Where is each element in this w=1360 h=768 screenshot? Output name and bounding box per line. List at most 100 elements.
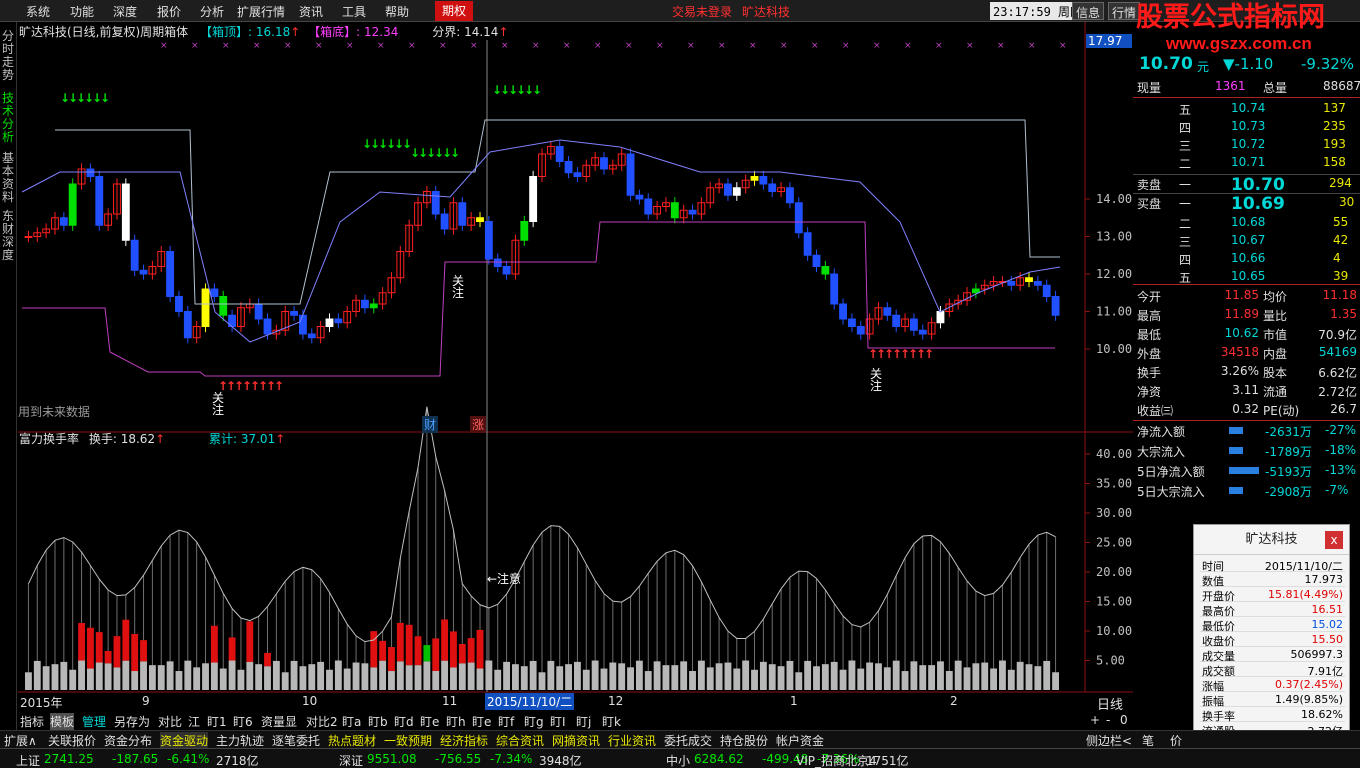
sidebar-toggle[interactable]: 价 <box>1170 732 1182 749</box>
function-tab[interactable]: 一致预期 <box>384 732 432 749</box>
function-tab[interactable]: 帐户资金 <box>776 732 824 749</box>
indicator-tab[interactable]: 资量显 <box>261 713 297 730</box>
candle-body <box>290 311 298 316</box>
function-tab[interactable]: 关联报价 <box>48 732 96 749</box>
indicator-tab[interactable]: 管理 <box>82 713 106 730</box>
indicator-tab[interactable]: 模板 <box>50 713 75 730</box>
turnover-bar <box>1043 660 1051 690</box>
turnover-bar <box>281 672 289 690</box>
indicator-tab[interactable]: 盯k <box>602 713 621 730</box>
menu-function[interactable]: 功能 <box>70 3 94 20</box>
login-status[interactable]: 交易未登录 <box>672 3 732 20</box>
function-tab[interactable]: 行业资讯 <box>608 732 656 749</box>
turnover-bar <box>423 661 431 690</box>
sell-level-row[interactable]: 二 10.71 158 <box>1133 154 1360 172</box>
tag-zhang[interactable]: 涨 <box>470 416 487 433</box>
candle-body <box>670 202 679 219</box>
server-name[interactable]: VIP_招商北京4 <box>796 752 877 768</box>
sell-level-row[interactable]: 五 10.74 137 <box>1133 100 1360 118</box>
flow-bar <box>1229 427 1243 434</box>
indicator-tab[interactable]: 江 <box>188 713 200 730</box>
function-tab[interactable]: 持仓股份 <box>720 732 768 749</box>
function-tab[interactable]: 综合资讯 <box>496 732 544 749</box>
indicator-tab[interactable]: 另存为 <box>114 713 150 730</box>
close-icon[interactable]: x <box>1325 531 1343 549</box>
function-tab[interactable]: 资金驱动 <box>160 732 209 749</box>
menu-analysis[interactable]: 分析 <box>200 3 224 20</box>
function-tab[interactable]: 热点题材 <box>328 732 376 749</box>
indicator-tab[interactable]: 盯d <box>394 713 414 730</box>
candle-body <box>839 303 847 320</box>
ask-row[interactable]: 卖盘 一 10.70 294 <box>1133 174 1360 195</box>
sub-title-line: 富力换手率 换手: 18.62↑ 累计: 37.01↑ <box>19 432 286 446</box>
menu-quote[interactable]: 报价 <box>157 3 181 20</box>
turnover-bar <box>742 660 750 690</box>
options-button[interactable]: 期权 <box>435 1 473 21</box>
candle-body <box>95 176 104 226</box>
sidebar-toggle[interactable]: 笔 <box>1142 732 1154 749</box>
indicator-tab[interactable]: 盯1 <box>207 713 227 730</box>
period-label[interactable]: 日线 <box>1097 694 1123 713</box>
flow-label: 净流入额 <box>1137 425 1186 439</box>
indicator-tab[interactable]: 盯h <box>446 713 466 730</box>
zoom-control[interactable]: + <box>1090 713 1100 727</box>
sell-level-row[interactable]: 三 10.72 193 <box>1133 136 1360 154</box>
turnover-bar <box>42 666 50 690</box>
zoom-control[interactable]: 0 <box>1120 713 1128 727</box>
chart-area[interactable]: 14.00 13.00 12.00 11.00 10.00 40.00 35.00 30.00… <box>0 22 1133 712</box>
function-tab[interactable]: 网摘资讯 <box>552 732 600 749</box>
buy-level-row[interactable]: 二 10.68 55 <box>1133 214 1360 232</box>
candle-body <box>121 183 130 241</box>
turnover-bar <box>591 660 599 690</box>
menu-ext-market[interactable]: 扩展行情 <box>237 3 285 20</box>
indicator-tab[interactable]: 盯I <box>550 713 566 730</box>
buy-level-row[interactable]: 三 10.67 42 <box>1133 232 1360 250</box>
function-tab[interactable]: 经济指标 <box>440 732 488 749</box>
menu-info[interactable]: 资讯 <box>299 3 323 20</box>
zoom-control[interactable]: - <box>1106 713 1110 727</box>
sell-level-row[interactable]: 四 10.73 235 <box>1133 118 1360 136</box>
flow-pct: -27% <box>1325 423 1357 437</box>
indicator-tab[interactable]: 对比2 <box>306 713 338 730</box>
bid-row[interactable]: 买盘 一 10.69 30 <box>1133 194 1360 214</box>
menu-tools[interactable]: 工具 <box>342 3 366 20</box>
sell-level-volume: 193 <box>1323 137 1346 151</box>
indicator-tab[interactable]: 盯b <box>368 713 388 730</box>
function-tab[interactable]: 资金分布 <box>104 732 152 749</box>
menu-system[interactable]: 系统 <box>26 3 50 20</box>
bid-label: 买盘 <box>1137 197 1162 211</box>
candle-body <box>325 318 334 327</box>
menu-depth[interactable]: 深度 <box>113 3 137 20</box>
flow-amount: -2631万 <box>1265 425 1312 439</box>
indicator-tab[interactable]: 盯e <box>420 713 439 730</box>
indicator-tab[interactable]: 盯6 <box>233 713 253 730</box>
cross-mark-icon: × <box>935 41 943 51</box>
function-tab[interactable]: 扩展∧ <box>4 732 37 749</box>
turnover-bar <box>140 661 147 690</box>
indicator-tab[interactable]: 对比 <box>158 713 182 730</box>
turnover-bar <box>901 671 909 690</box>
turnover-bar <box>1052 672 1059 690</box>
attention-label-3: 关注 <box>870 367 883 393</box>
function-tab[interactable]: 逐笔委托 <box>272 732 320 749</box>
buy-level-row[interactable]: 四 10.66 4 <box>1133 250 1360 268</box>
box-top-value: 16.18 <box>255 25 291 39</box>
candle-body <box>484 221 493 260</box>
turnover-bar <box>671 665 679 690</box>
info-button[interactable]: 信息 <box>1072 2 1105 20</box>
price-row: 10.70 元 ▼-1.10 -9.32% <box>1133 52 1360 74</box>
menu-help[interactable]: 帮助 <box>385 3 409 20</box>
indicator-tab[interactable]: 盯f <box>498 713 514 730</box>
stat-label: 最高 <box>1137 309 1162 323</box>
function-tab[interactable]: 主力轨迹 <box>216 732 264 749</box>
indicator-tab[interactable]: 盯j <box>576 713 591 730</box>
indicator-tab[interactable]: 盯a <box>342 713 361 730</box>
indicator-tab[interactable]: 盯g <box>524 713 544 730</box>
sidebar-toggle[interactable]: 侧边栏< <box>1086 732 1132 749</box>
tag-cai[interactable]: 财 <box>422 416 439 433</box>
indicator-tab[interactable]: 盯e <box>472 713 491 730</box>
indicator-tab[interactable]: 指标 <box>20 713 44 730</box>
candle-body <box>1042 284 1051 297</box>
index-change: -187.65 <box>112 752 159 766</box>
function-tab[interactable]: 委托成交 <box>664 732 712 749</box>
